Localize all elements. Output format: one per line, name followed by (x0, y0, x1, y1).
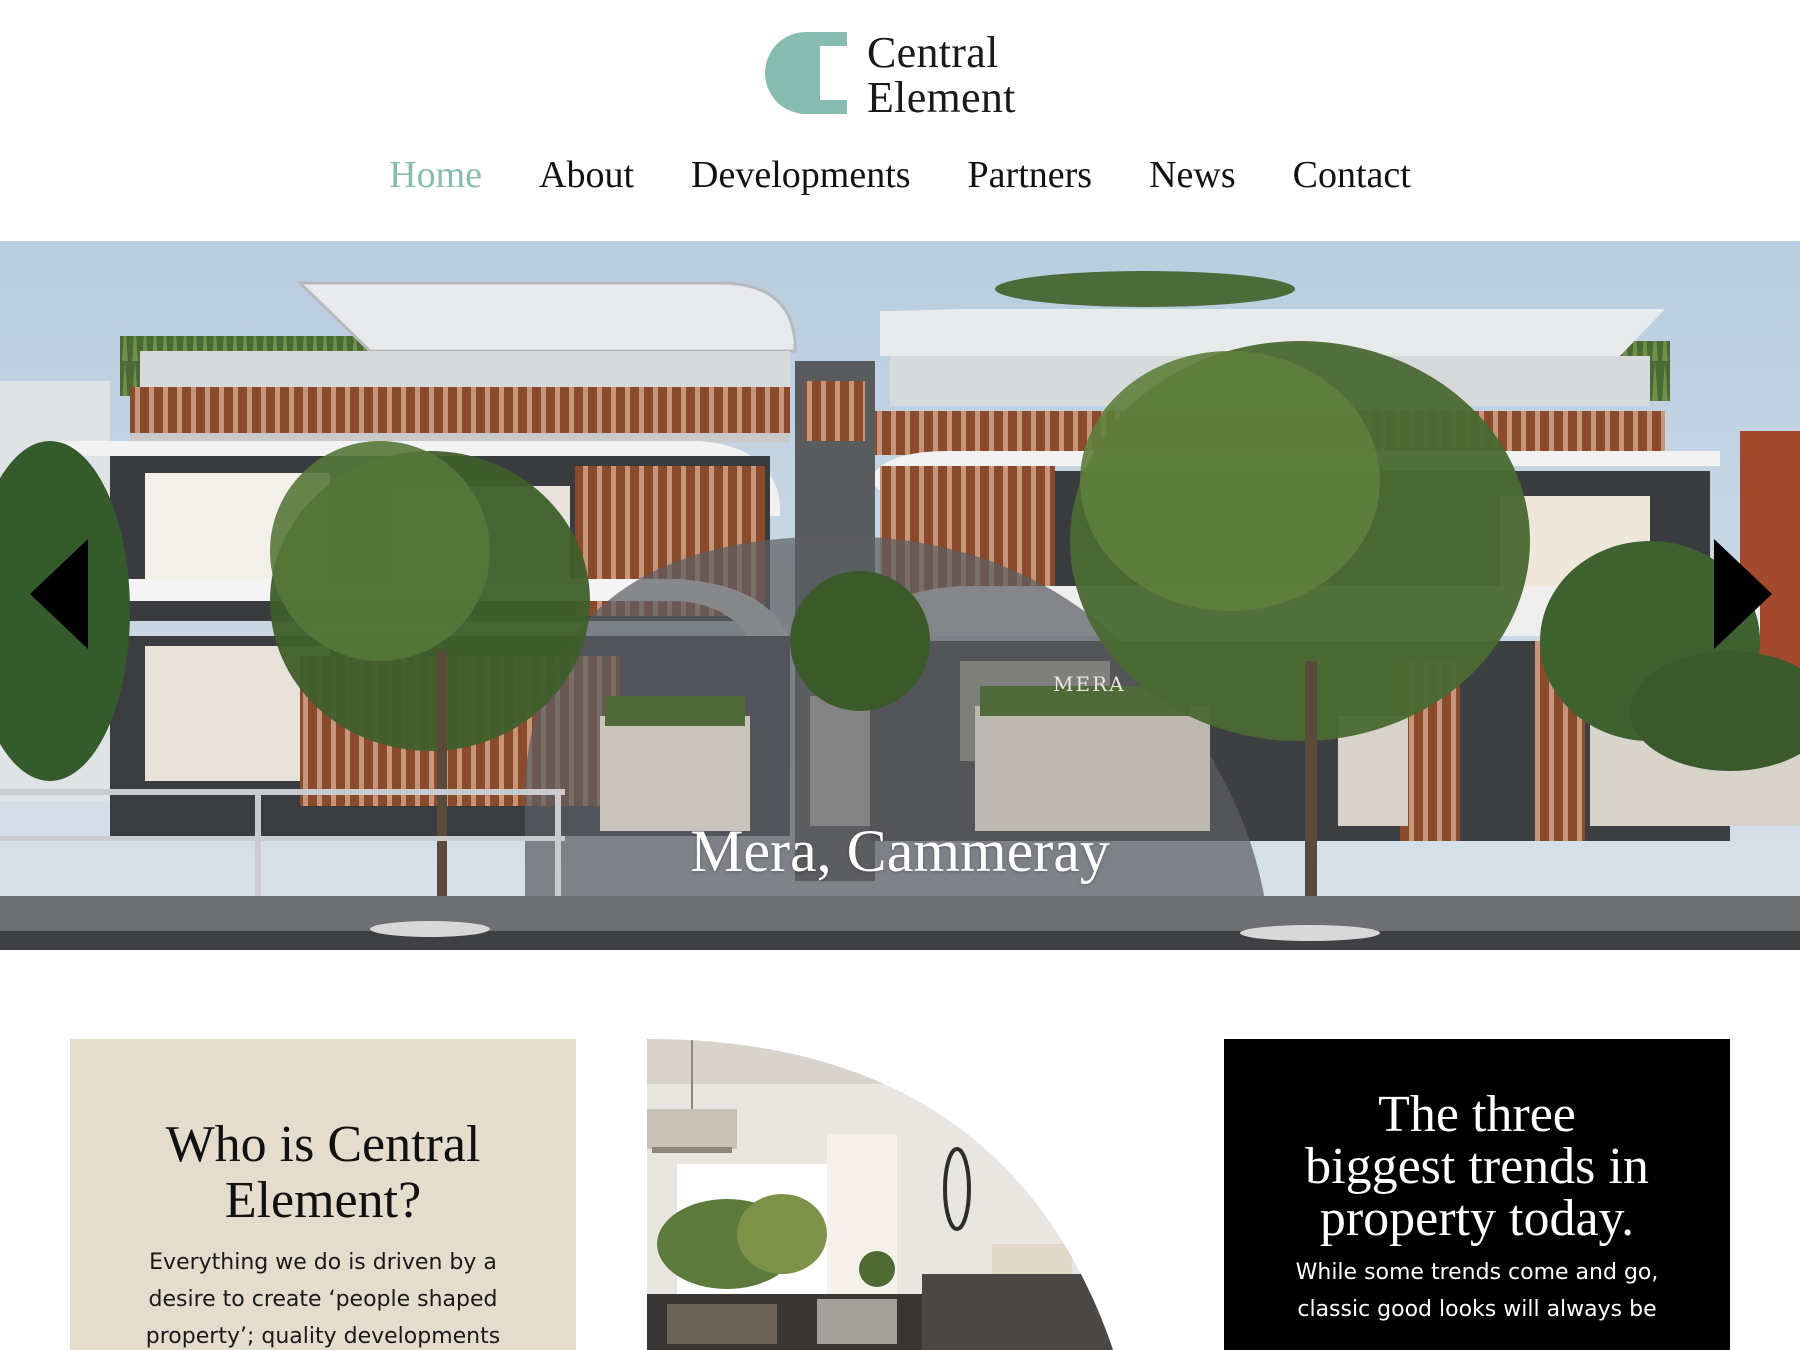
hero-slider: MERA Mera, Cammeray (0, 241, 1800, 950)
nav-item-about[interactable]: About (539, 150, 634, 206)
news-card-body-line: While some trends come and go, (1295, 1260, 1659, 1285)
news-card-title-line: property today. (1319, 1190, 1635, 1247)
interior-image (647, 1039, 1113, 1350)
about-card[interactable]: Who is Central Element? Everything we do… (70, 1039, 576, 1350)
central-element-logo-icon (765, 32, 847, 114)
nav-item-developments[interactable]: Developments (691, 150, 911, 206)
news-card-body-line: classic good looks will always be (1297, 1297, 1657, 1322)
main-nav: Home About Developments Partners News Co… (0, 150, 1800, 206)
logo-wordmark-line2: Element (867, 73, 1016, 122)
nav-item-contact[interactable]: Contact (1293, 150, 1411, 206)
about-card-body-line: desire to create ‘people shaped (148, 1287, 498, 1312)
news-card-title: The three biggest trends in property tod… (1224, 1089, 1730, 1245)
slider-prev-button[interactable] (30, 539, 90, 649)
building-sign: MERA (1053, 672, 1126, 696)
news-card[interactable]: The three biggest trends in property tod… (1224, 1039, 1730, 1350)
news-card-title-line: biggest trends in (1305, 1138, 1649, 1195)
about-card-title-line: Who is Central (165, 1116, 481, 1173)
about-card-body-line: Everything we do is driven by a (149, 1250, 497, 1275)
logo-wordmark: Central Element (867, 30, 1016, 120)
logo-wordmark-line1: Central (867, 28, 999, 77)
nav-item-home[interactable]: Home (389, 150, 482, 206)
site-header: Central Element Home About Developments … (0, 0, 1800, 241)
nav-item-partners[interactable]: Partners (968, 150, 1093, 206)
hero-caption[interactable]: Mera, Cammeray (500, 816, 1300, 886)
chevron-right-icon (1714, 539, 1772, 649)
nav-item-news[interactable]: News (1149, 150, 1236, 206)
about-card-title-line: Element? (224, 1172, 422, 1229)
slider-next-button[interactable] (1712, 539, 1772, 649)
chevron-left-icon (30, 539, 88, 649)
news-card-body: While some trends come and go, classic g… (1224, 1254, 1730, 1328)
about-card-title: Who is Central Element? (70, 1117, 576, 1229)
interior-image-card[interactable] (647, 1039, 1113, 1350)
about-card-body: Everything we do is driven by a desire t… (70, 1244, 576, 1350)
logo[interactable]: Central Element (765, 30, 1035, 120)
about-card-body-line: property’; quality developments (145, 1324, 501, 1349)
news-card-title-line: The three (1378, 1086, 1576, 1143)
